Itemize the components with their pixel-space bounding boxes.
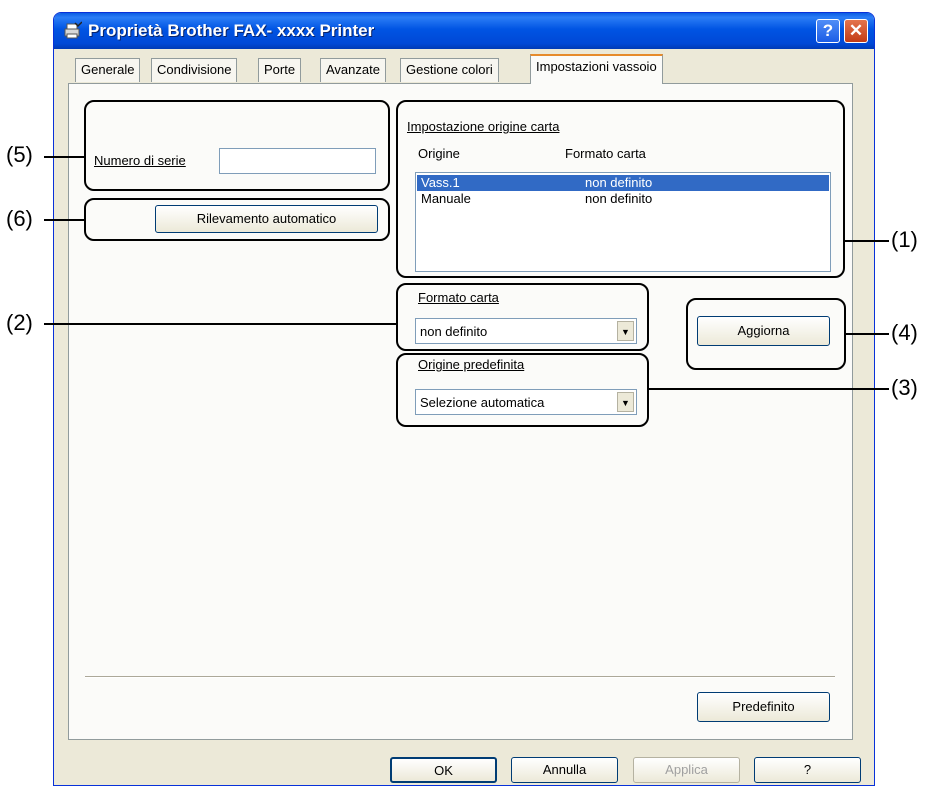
callout-box-1 bbox=[396, 100, 845, 278]
separator bbox=[85, 676, 835, 678]
callout-number-2: (2) bbox=[6, 310, 33, 335]
leader-line-1 bbox=[845, 240, 889, 242]
help-button[interactable]: ? bbox=[754, 757, 861, 783]
printer-icon bbox=[64, 21, 82, 39]
default-button[interactable]: Predefinito bbox=[697, 692, 830, 722]
callout-box-6 bbox=[84, 198, 390, 241]
tab-impostazioni-vassoio[interactable]: Impostazioni vassoio bbox=[530, 54, 663, 84]
tab-avanzate[interactable]: Avanzate bbox=[320, 58, 386, 82]
tab-porte[interactable]: Porte bbox=[258, 58, 302, 82]
callout-number-5: (5) bbox=[6, 142, 33, 167]
tab-gestione-colori[interactable]: Gestione colori bbox=[400, 58, 499, 82]
callout-box-5 bbox=[84, 100, 390, 191]
apply-button[interactable]: Applica bbox=[633, 757, 740, 783]
leader-line-2 bbox=[44, 323, 397, 325]
tab-generale[interactable]: Generale bbox=[75, 58, 141, 82]
tab-condivisione[interactable]: Condivisione bbox=[151, 58, 238, 82]
help-title-button[interactable]: ? bbox=[816, 19, 840, 43]
leader-line-3 bbox=[649, 388, 889, 390]
window-title: Proprietà Brother FAX- xxxx Printer bbox=[88, 21, 375, 40]
leader-line-5 bbox=[44, 156, 85, 158]
title-bar[interactable]: Proprietà Brother FAX- xxxx Printer ? ✕ bbox=[54, 13, 874, 49]
callout-number-1: (1) bbox=[891, 227, 918, 252]
callout-box-2 bbox=[396, 283, 649, 351]
callout-number-3: (3) bbox=[891, 375, 918, 400]
callout-box-4 bbox=[686, 298, 846, 370]
callout-number-6: (6) bbox=[6, 206, 33, 231]
callout-box-3 bbox=[396, 353, 649, 427]
callout-number-4: (4) bbox=[891, 320, 918, 345]
leader-line-6 bbox=[44, 219, 85, 221]
leader-line-4 bbox=[846, 333, 889, 335]
close-button[interactable]: ✕ bbox=[844, 19, 868, 43]
cancel-button[interactable]: Annulla bbox=[511, 757, 618, 783]
ok-button[interactable]: OK bbox=[390, 757, 497, 783]
